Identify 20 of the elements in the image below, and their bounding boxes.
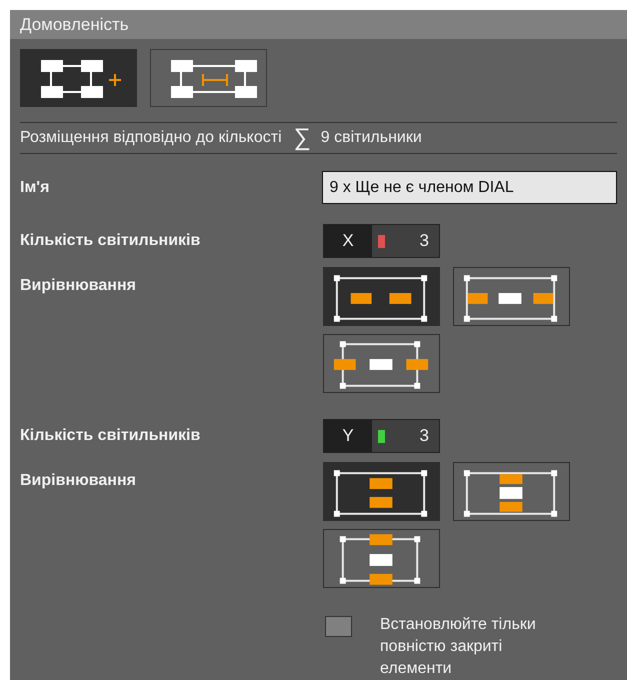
panel-title: Домовленість [10,10,627,40]
alignment-label: Вирівнювання [20,276,137,295]
axis-label: Y [324,420,372,452]
count-field[interactable]: Y 3 [323,419,440,453]
axis-label: X [324,225,372,257]
count-value: 3 [420,231,429,251]
sum-symbol: ∑ [294,124,311,152]
arrangement-label: Розміщення відповідно до кількості [20,129,282,148]
count-label: Кількість світильників [20,427,202,445]
count-field[interactable]: X 3 [323,224,440,258]
arrangement-mode-button[interactable] [150,49,267,108]
name-field[interactable]: 9 x Ще не є членом DIAL [322,171,617,204]
alignment-label: Вирівнювання [20,471,137,490]
name-label: Ім'я [20,178,50,196]
checkbox[interactable] [325,616,352,637]
count-value: 3 [420,426,429,446]
checkbox-label: Встановлюйте тільки повністю закриті елементи [380,615,537,679]
luminaire-total: 9 світильники [320,129,422,148]
arrangement-mode-button[interactable] [20,49,137,108]
count-label: Кількість світильників [20,232,202,250]
